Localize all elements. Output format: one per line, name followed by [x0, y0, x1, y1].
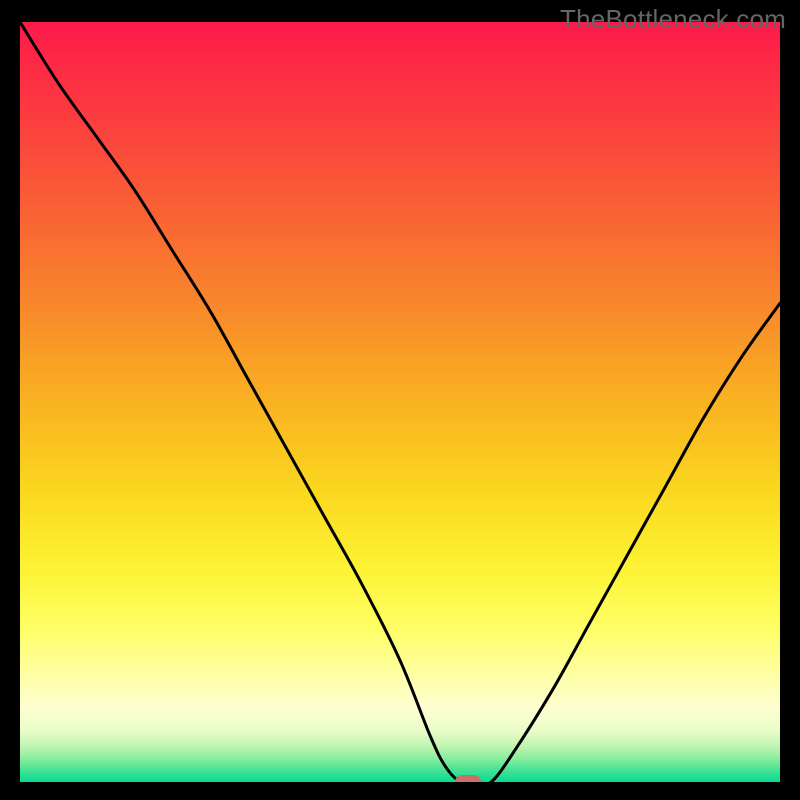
optimal-marker	[455, 775, 481, 782]
watermark-text: TheBottleneck.com	[560, 4, 786, 35]
chart-frame: TheBottleneck.com	[0, 0, 800, 800]
bottleneck-curve	[20, 22, 780, 782]
plot-area	[20, 22, 780, 782]
